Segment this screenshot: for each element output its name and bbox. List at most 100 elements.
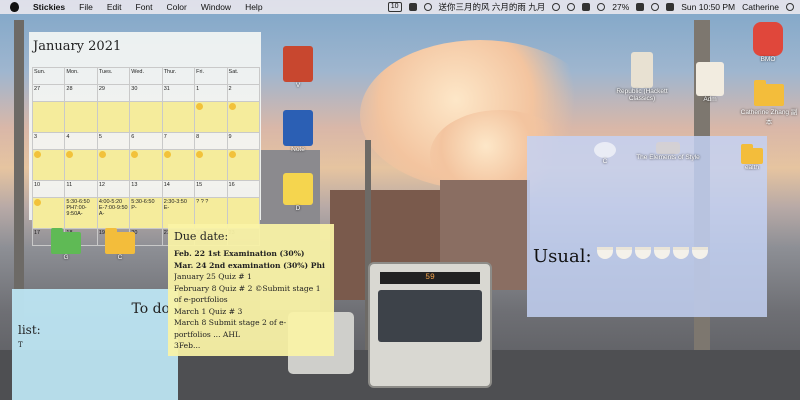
- date-cell: 12: [96, 180, 131, 198]
- due-line: Feb. 22 1st Examination (30%): [174, 249, 305, 258]
- desktop-icon-c2[interactable]: C: [593, 142, 617, 165]
- folder-icon: [105, 228, 135, 254]
- book-icon: [283, 46, 313, 82]
- due-line: March 1 Quiz # 3: [174, 306, 243, 316]
- event-cell: [31, 197, 66, 229]
- desktop-icon-bmo[interactable]: BMO: [748, 22, 788, 63]
- sync-icon[interactable]: [567, 3, 576, 11]
- date-cell: 1: [194, 84, 228, 102]
- icon-label: ealth: [744, 164, 760, 171]
- battery-percent[interactable]: 27%: [612, 0, 629, 14]
- icon-label: The Elements of Style: [636, 154, 700, 161]
- emoji-icon: [228, 151, 236, 158]
- date-cell: 28: [64, 84, 98, 102]
- due-line: 3Feb...: [174, 341, 201, 350]
- event-cell: [129, 101, 163, 133]
- todo-heading: To do: [131, 301, 170, 317]
- bus-sign: 59: [380, 272, 480, 284]
- desktop-icon-d[interactable]: D: [280, 173, 316, 212]
- emoji-icon: [228, 103, 236, 110]
- user-menu[interactable]: Catherine: [742, 0, 779, 14]
- desktop-icon-c[interactable]: C: [102, 228, 138, 261]
- day-header: Sun.: [31, 67, 66, 85]
- rice-bowl-icon: [692, 247, 708, 259]
- rice-bowl-icon: [654, 247, 670, 259]
- emoji-icon: [34, 199, 41, 206]
- icon-label: C: [602, 158, 608, 165]
- display-icon[interactable]: [582, 3, 591, 11]
- date-cell: 3: [31, 132, 66, 150]
- desktop-icon-v[interactable]: V: [280, 46, 316, 89]
- event-cell: [31, 101, 66, 133]
- desktop-icon-health[interactable]: ealth: [735, 144, 769, 171]
- cloud-icon: [594, 142, 616, 158]
- todo-sticky-note[interactable]: To do list: T: [12, 289, 178, 400]
- app-menu[interactable]: Stickies: [33, 0, 65, 14]
- notification-badge[interactable]: 10: [387, 2, 402, 12]
- icon-label: C: [117, 254, 123, 261]
- due-line: Mar. 24 2nd examination (30%) Phi: [174, 260, 325, 270]
- todo-item: T: [18, 341, 23, 349]
- desktop-icon-catherine[interactable]: Catherine Zhang 副本: [738, 80, 800, 126]
- todo-list-label: list:: [18, 323, 41, 337]
- menu-color[interactable]: Color: [167, 0, 187, 14]
- icon-label: G: [63, 254, 69, 261]
- folder-icon: [51, 228, 81, 254]
- event-cell: [96, 101, 131, 133]
- menu-file[interactable]: File: [79, 0, 93, 14]
- desktop-icon-republic[interactable]: Republic (Hackett Classics): [604, 52, 680, 102]
- emoji-icon: [196, 103, 204, 110]
- wifi-icon[interactable]: [597, 3, 606, 11]
- event-cell: [161, 101, 196, 133]
- usual-label: Usual:: [533, 246, 592, 267]
- folder-icon: [741, 144, 763, 164]
- day-header: Thur.: [161, 67, 196, 85]
- event-cell: [161, 149, 196, 181]
- event-cell: [194, 149, 228, 181]
- due-list: Feb. 22 1st Examination (30%) Mar. 24 2n…: [174, 248, 332, 352]
- date-cell: 11: [64, 180, 98, 198]
- event-cell: 5:30-6:50 P-: [129, 197, 163, 229]
- rice-bowl-row: [597, 247, 708, 259]
- menu-window[interactable]: Window: [201, 0, 231, 14]
- due-date-sticky-note[interactable]: Due date: Feb. 22 1st Examination (30%) …: [168, 224, 334, 356]
- menu-help[interactable]: Help: [245, 0, 262, 14]
- desktop-icon-adm[interactable]: Adm: [690, 62, 730, 103]
- date-cell: 31: [161, 84, 196, 102]
- desktop-icon-g[interactable]: G: [48, 228, 84, 261]
- telegram-icon[interactable]: [423, 3, 432, 11]
- emoji-icon: [163, 151, 171, 158]
- bus-windshield: [378, 290, 482, 342]
- desktop-icon-elements[interactable]: The Elements of Style: [635, 142, 701, 161]
- word-icon: [283, 110, 313, 146]
- battery-icon[interactable]: [636, 3, 645, 11]
- desktop-icon-note[interactable]: Note: [280, 110, 316, 153]
- emoji-icon: [34, 151, 41, 158]
- menu-font[interactable]: Font: [136, 0, 153, 14]
- date-cell: 30: [129, 84, 163, 102]
- usual-sticky-note[interactable]: C The Elements of Style ealth Usual:: [527, 136, 767, 317]
- clock[interactable]: Sun 10:50 PM: [681, 0, 735, 14]
- date-cell: 10: [31, 180, 66, 198]
- rice-bowl-icon: [635, 247, 651, 259]
- calendar-title: January 2021: [33, 39, 122, 54]
- rice-bowl-icon: [616, 247, 632, 259]
- emoji-icon: [66, 151, 74, 158]
- search-icon[interactable]: [651, 3, 660, 11]
- date-cell: 6: [129, 132, 163, 150]
- date-cell: 8: [194, 132, 228, 150]
- music-icon[interactable]: [408, 3, 417, 11]
- notification-center-icon[interactable]: [786, 3, 794, 11]
- menu-edit[interactable]: Edit: [107, 0, 122, 14]
- wechat-icon[interactable]: [552, 3, 561, 11]
- song-title[interactable]: 送你三月的风 六月的雨 九月: [439, 0, 546, 14]
- calendar-sticky-note[interactable]: January 2021 Sun. Mon. Tues. Wed. Thur. …: [29, 32, 261, 246]
- apple-icon[interactable]: [10, 2, 19, 12]
- day-header: Tues.: [96, 67, 131, 85]
- date-cell: 9: [226, 132, 261, 150]
- book-icon: [656, 142, 680, 154]
- event-cell: 4:00-5:20 E-7:00-9:50 A-: [96, 197, 131, 229]
- control-center-icon[interactable]: [666, 3, 675, 11]
- due-line: March 8 Submit stage 2 of e-: [174, 318, 287, 327]
- due-line: portfolios ... AHL: [174, 329, 241, 339]
